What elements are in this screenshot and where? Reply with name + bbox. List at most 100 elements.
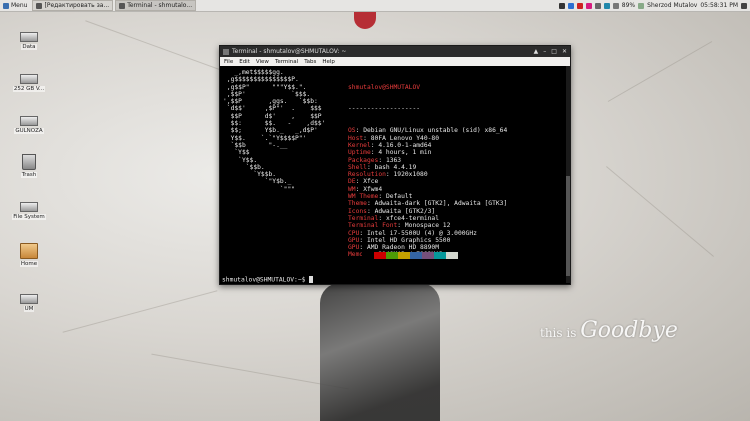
text-cursor [309,276,314,283]
info-value: Xfce [363,178,379,186]
minimize-button[interactable]: – [543,48,546,55]
info-key: Host [348,134,364,142]
info-row: Shell: bash 4.4.19 [348,164,507,171]
user-name[interactable]: Sherzod Mutalov [647,2,697,9]
terminal-icon [119,2,126,9]
logo-line: `Y$$. [223,156,258,164]
info-value: Xfwm4 [363,185,383,193]
keyboard-layout-icon[interactable] [638,2,645,9]
info-value: Default [385,193,413,201]
info-colon: : [378,214,386,222]
wallpaper-caption-big: Goodbye [580,318,678,343]
logo-line: ,g$$P" """Y$$.". [223,83,307,91]
window-list-icon[interactable] [558,2,565,9]
terminal-window[interactable]: Terminal - shmutalov@SHMUTALOV: ~ ▲ – □ … [219,45,571,285]
info-value: xfce4-terminal [385,214,440,222]
desktop-icon-label: File System [12,214,46,220]
desktop-icon-label: Data [21,44,37,50]
shell-prompt[interactable]: shmutalov@SHMUTALOV:~$ [222,276,314,284]
info-colon: : [385,171,394,179]
maximize-button[interactable]: □ [551,48,557,55]
wallpaper-robot [320,283,440,421]
info-value: Debian GNU/Linux unstable (sid) x86_64 [363,127,508,135]
menu-view[interactable]: View [256,59,269,65]
desktop-icon-252gb-volume[interactable]: 252 GB V... [9,70,49,92]
info-row: Kernel: 4.16.0-1-amd64 [348,142,507,149]
scrollbar-thumb[interactable] [566,176,570,276]
volume-icon[interactable] [594,2,601,9]
window-icon [36,2,43,9]
battery-icon[interactable] [612,2,619,9]
logo-line: `Y$$ [223,149,250,157]
drive-icon [20,116,38,126]
taskbar-item-editor[interactable]: [Редактировать за... [32,0,114,11]
menu-edit[interactable]: Edit [239,59,250,65]
drive-icon [20,32,38,42]
menu-terminal[interactable]: Terminal [275,59,298,65]
info-key: DE [348,178,356,186]
logo-line: $$P d$' , $$P [223,112,322,120]
terminal-titlebar[interactable]: Terminal - shmutalov@SHMUTALOV: ~ ▲ – □ … [220,46,570,57]
taskbar-item-label: Terminal - shmutalo... [127,2,193,9]
info-colon: : [378,193,386,201]
trash-icon [22,154,36,170]
drive-icon [20,74,38,84]
desktop-icon-data[interactable]: Data [9,28,49,50]
info-value: Adwaita [GTK2/3] [374,207,436,215]
info-colon: : [378,156,386,164]
info-row: Host: 80FA Lenovo Y40-80 [348,135,507,142]
messenger-icon[interactable] [585,2,592,9]
logo-line: $$: $$. - ,d$$' [223,120,326,128]
taskbar-item-terminal[interactable]: Terminal - shmutalo... [115,0,197,11]
info-key: GPU [348,244,360,252]
info-value: Monospace 12 [404,222,451,230]
menu-tabs[interactable]: Tabs [304,59,316,65]
desktop-icon-gulnoza[interactable]: GULNOZA [9,112,49,134]
desktop-icon-label: Home [19,261,39,267]
logo-line: `"Y$b._ [223,178,292,186]
info-key: WM [348,185,356,193]
applications-menu-button[interactable]: Menu [0,0,30,11]
desktop-icon-um[interactable]: UM [9,290,49,312]
mail-icon[interactable] [576,2,583,9]
color-swatch [446,252,458,259]
wallpaper-red-drop [354,11,376,29]
info-row: Theme: Adwaita-dark [GTK2], Adwaita [GTK… [348,200,507,207]
info-key: Icons [348,207,367,215]
network-icon[interactable] [567,2,574,9]
info-key: Theme [348,200,367,208]
bluetooth-icon[interactable] [603,2,610,9]
info-key: Resolution [348,171,386,179]
menu-help[interactable]: Help [322,59,335,65]
info-colon: : [359,236,367,244]
xfce-menu-icon [3,2,9,9]
info-colon: : [366,163,375,171]
top-panel: Menu [Редактировать за... Terminal - shm… [0,0,750,12]
color-swatch [362,252,374,259]
desktop-icon-home[interactable]: Home [9,243,49,267]
power-icon[interactable] [741,2,747,9]
info-row: Terminal: xfce4-terminal [348,215,507,222]
info-key: CPU [348,229,360,237]
prompt-text: shmutalov@SHMUTALOV:~$ [222,276,310,284]
terminal-output[interactable]: _,met$$$$$gg. ,g$$$$$$$$$$$$$$$P. ,g$$P"… [220,66,570,284]
color-swatch [386,252,398,259]
terminal-title: Terminal - shmutalov@SHMUTALOV: ~ [232,48,347,55]
terminal-scrollbar[interactable] [566,66,570,283]
shade-button[interactable]: ▲ [534,48,539,55]
info-key: Uptime [348,149,371,157]
close-button[interactable]: ✕ [562,48,567,55]
desktop-icon-label: Trash [20,172,38,178]
info-row: GPU: AMD Radeon HD 8890M [348,244,507,251]
color-swatch [374,252,386,259]
desktop-icon-file-system[interactable]: File System [9,198,49,220]
menu-file[interactable]: File [224,59,233,65]
separator-line: ------------------- [348,105,421,113]
drive-icon [20,294,38,304]
desktop-icon-trash[interactable]: Trash [9,154,49,178]
desktop-icon-label: UM [23,306,35,312]
taskbar-item-label: [Редактировать за... [44,2,110,9]
info-key: GPU [348,236,360,244]
info-row: Uptime: 4 hours, 1 min [348,149,507,156]
clock[interactable]: 05:58:31 PM [700,2,738,9]
